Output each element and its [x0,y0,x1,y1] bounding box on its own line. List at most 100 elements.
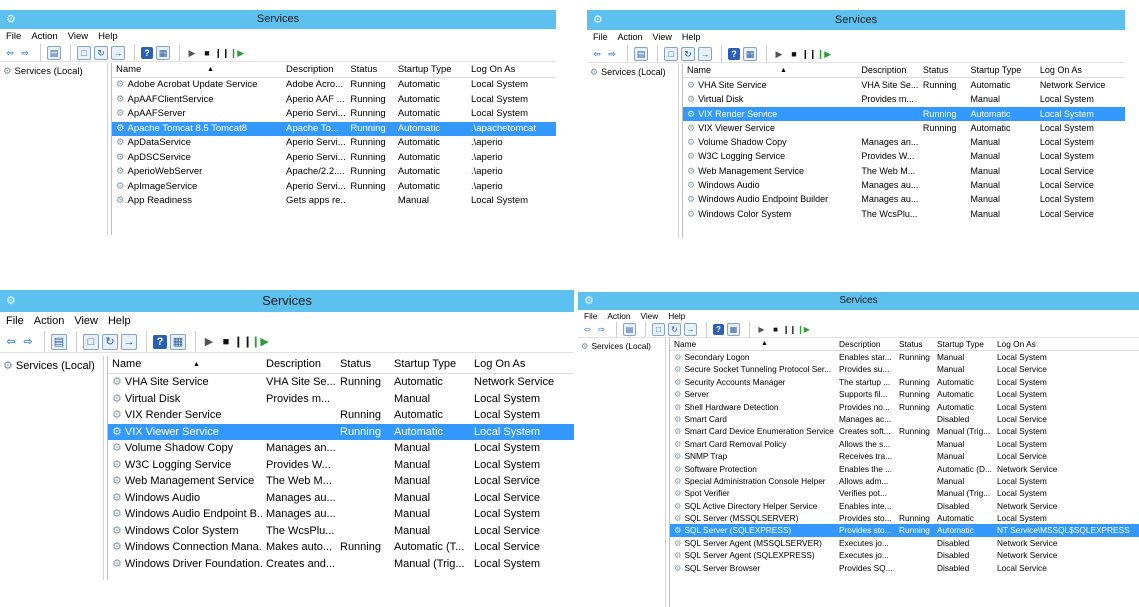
service-row[interactable]: ⚙ ApAAFServer Aperio Servi... Running Automa… [112,107,556,122]
forward-arrow-icon[interactable]: ⇨ [21,335,35,349]
service-row[interactable]: ⚙ Windows Connection Mana... Makes auto...… [108,539,574,556]
tree-item-services-local[interactable]: ⚙ Services (Local) [581,340,665,352]
service-row[interactable]: ⚙ W3C Logging Service Provides W... Manual L… [108,457,574,474]
resume-service-icon[interactable]: ❙▶ [251,335,269,349]
menu-file[interactable]: File [6,312,24,331]
service-row[interactable]: ⚙ Security Accounts Manager The startup ..… [670,376,1139,388]
service-row[interactable]: ⚙ Volume Shadow Copy Manages an... Manual Lo… [108,440,574,457]
help-icon[interactable]: ? [728,47,740,60]
help-icon[interactable]: ? [141,46,153,59]
start-service-icon[interactable]: ▶ [756,324,767,335]
service-row[interactable]: ⚙ SNMP Trap Receives tra... Manual Local Ser… [670,450,1139,462]
col-log-on-as-header[interactable]: Log On As [993,338,1133,350]
console-tree-icon[interactable]: ▤ [623,323,636,336]
menu-help[interactable]: Help [108,312,131,331]
service-row[interactable]: ⚙ VIX Render Service Running Automatic Local… [108,407,574,424]
service-row[interactable]: ⚙ Windows Audio Manages au... Manual Local S… [108,490,574,507]
service-row[interactable]: ⚙ Windows Audio Endpoint Builder Manages a… [683,192,1125,206]
col-status-header[interactable]: Status [895,338,933,350]
refresh-icon[interactable]: ↻ [102,333,118,350]
service-row[interactable]: ⚙ ApDSCService Aperio Servi... Running Autom… [112,151,556,166]
col-name-header[interactable]: Name [670,338,835,350]
service-row[interactable]: ⚙ Secondary Logon Enables star... Running Ma… [670,351,1139,363]
stop-service-icon[interactable]: ■ [219,335,233,349]
pause-service-icon[interactable]: ❙❙ [214,47,229,59]
service-row[interactable]: ⚙ Spot Verifier Verifies pot... Manual (Tri… [670,487,1139,499]
stop-service-icon[interactable]: ■ [201,47,213,59]
service-row[interactable]: ⚙ Windows Color System The WcsPlu... Manual… [683,207,1125,221]
col-startup-type-header[interactable]: Startup Type [933,338,993,350]
back-arrow-icon[interactable]: ⇦ [582,324,593,335]
col-description-header[interactable]: Description [857,64,918,77]
service-row[interactable]: ⚙ SQL Server Agent (SQLEXPRESS) Executes j… [670,549,1139,561]
service-row[interactable]: ⚙ VIX Render Service Running Automatic Local… [683,106,1125,121]
forward-arrow-icon[interactable]: ⇨ [596,324,607,335]
tree-item-services-local[interactable]: ⚙ Services (Local) [3,358,103,374]
start-service-icon[interactable]: ▶ [773,48,785,60]
service-row[interactable]: ⚙ W3C Logging Service Provides W... Manual L… [683,149,1125,163]
col-log-on-as-header[interactable]: Log On As [470,356,566,373]
tree-item-services-local[interactable]: ⚙ Services (Local) [590,66,678,79]
start-service-icon[interactable]: ▶ [186,47,198,59]
service-row[interactable]: ⚙ App Readiness Gets apps re... Manual Local… [112,194,556,209]
service-row[interactable]: ⚙ VIX Viewer Service Running Automatic Local… [108,423,574,440]
service-row[interactable]: ⚙ Web Management Service The Web M... Manua… [108,473,574,490]
col-description-header[interactable]: Description [835,338,895,350]
col-startup-type-header[interactable]: Startup Type [394,63,467,77]
refresh-icon[interactable]: ↻ [94,45,108,60]
properties-icon[interactable]: □ [652,323,665,336]
resume-service-icon[interactable]: ❙▶ [797,324,810,335]
service-row[interactable]: ⚙ Windows Color System The WcsPlu... Manual… [108,523,574,540]
service-row[interactable]: ⚙ Adobe Acrobat Update Service Adobe Acro.… [112,78,556,93]
menu-view[interactable]: View [653,30,672,45]
col-status-header[interactable]: Status [336,356,390,373]
export-list-icon[interactable]: → [121,333,137,350]
service-row[interactable]: ⚙ Volume Shadow Copy Manages an... Manual Lo… [683,135,1125,149]
console-tree-icon[interactable]: ▤ [51,333,67,350]
menu-view[interactable]: View [68,29,88,44]
col-startup-type-header[interactable]: Startup Type [966,64,1035,77]
menu-file[interactable]: File [6,29,21,44]
col-startup-type-header[interactable]: Startup Type [390,356,470,373]
col-log-on-as-header[interactable]: Log On As [1036,64,1125,77]
service-row[interactable]: ⚙ Special Administration Console Helper Al… [670,475,1139,487]
col-description-header[interactable]: Description [282,63,346,77]
col-name-header[interactable]: Name [683,64,857,77]
col-log-on-as-header[interactable]: Log On As [467,63,556,77]
resume-service-icon[interactable]: ❙▶ [230,47,244,59]
menu-help[interactable]: Help [668,310,685,322]
resume-service-icon[interactable]: ❙▶ [817,48,831,60]
properties-icon[interactable]: □ [77,45,91,60]
menu-action[interactable]: Action [31,29,57,44]
back-arrow-icon[interactable]: ⇦ [4,47,16,59]
service-row[interactable]: ⚙ ApAAFClientService Aperio AAF ... Running… [112,93,556,108]
stop-service-icon[interactable]: ■ [770,324,781,335]
menu-help[interactable]: Help [682,30,701,45]
service-row[interactable]: ⚙ SQL Server (SQLEXPRESS) Provides sto... R… [670,524,1139,537]
menu-action[interactable]: Action [618,30,643,45]
export-list-icon[interactable]: → [684,323,697,336]
service-row[interactable]: ⚙ Windows Audio Endpoint B... Manages au..… [108,506,574,523]
refresh-icon[interactable]: ↻ [668,323,681,336]
start-service-icon[interactable]: ▶ [202,335,216,349]
service-row[interactable]: ⚙ ApImageService Aperio Servi... Running Aut… [112,180,556,195]
console-tree-icon[interactable]: ▤ [634,46,648,61]
show-pane-icon[interactable]: ▦ [743,46,757,61]
show-pane-icon[interactable]: ▦ [727,323,740,336]
service-row[interactable]: ⚙ SQL Server Agent (MSSQLSERVER) Executes … [670,537,1139,549]
pause-service-icon[interactable]: ❙❙ [234,335,252,349]
export-list-icon[interactable]: → [698,46,712,61]
service-row[interactable]: ⚙ Smart Card Device Enumeration Service Cr… [670,425,1139,437]
service-row[interactable]: ⚙ ApDataService Aperio Servi... Running Auto… [112,136,556,151]
service-row[interactable]: ⚙ Windows Driver Foundation... Creates and… [108,556,574,573]
col-name-header[interactable]: Name [108,356,262,373]
menu-view[interactable]: View [640,310,658,322]
menu-help[interactable]: Help [98,29,118,44]
back-arrow-icon[interactable]: ⇦ [4,335,18,349]
menu-view[interactable]: View [74,312,98,331]
properties-icon[interactable]: □ [664,46,678,61]
forward-arrow-icon[interactable]: ⇨ [19,47,31,59]
service-row[interactable]: ⚙ AperioWebServer Apache/2.2.... Running Aut… [112,165,556,180]
service-row[interactable]: ⚙ Apache Tomcat 8.5 Tomcat8 Apache To... Ru… [112,121,556,136]
service-row[interactable]: ⚙ Virtual Disk Provides m... Manual Local Sy… [108,391,574,408]
